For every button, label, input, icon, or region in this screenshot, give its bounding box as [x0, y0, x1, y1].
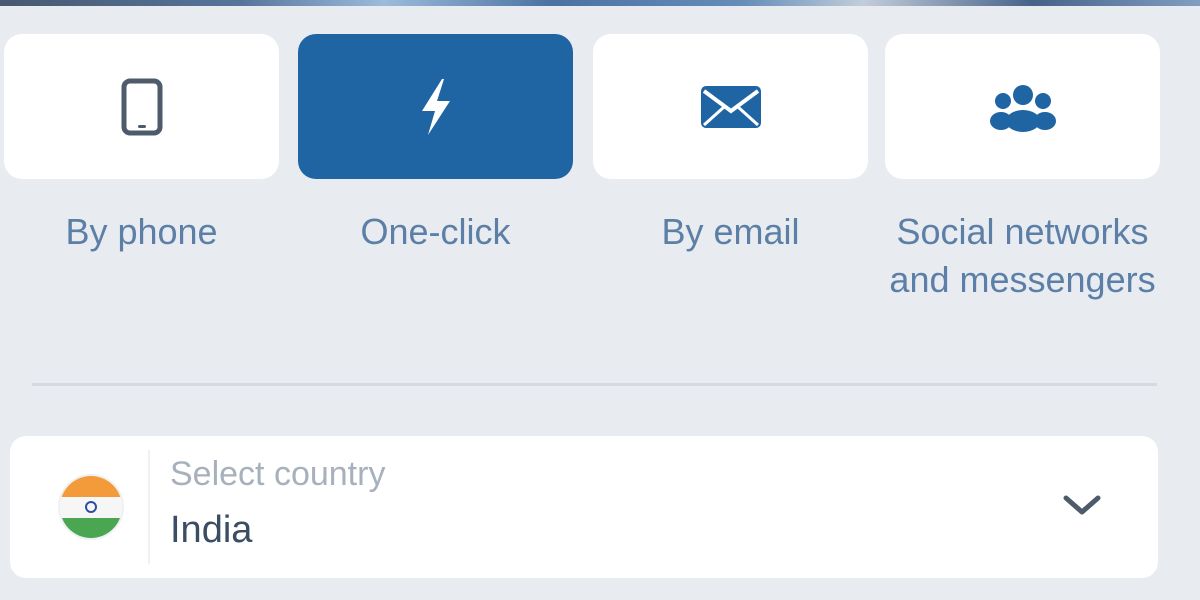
people-group-icon	[989, 81, 1057, 133]
country-select-label: Select country	[170, 455, 386, 493]
section-divider	[32, 383, 1157, 386]
phone-icon	[120, 78, 164, 136]
flag-separator	[148, 450, 150, 564]
auth-method-tiles	[0, 34, 1200, 179]
india-flag-icon	[60, 476, 122, 538]
tab-by-email[interactable]	[593, 34, 868, 179]
country-select-value[interactable]: India	[170, 506, 252, 554]
chevron-down-icon[interactable]	[1060, 490, 1104, 525]
tab-one-click[interactable]	[298, 34, 573, 179]
tab-social-networks-label[interactable]: Social networks and messengers	[885, 208, 1160, 304]
tab-by-phone-label[interactable]: By phone	[4, 208, 279, 256]
tab-by-email-label[interactable]: By email	[593, 208, 868, 256]
envelope-icon	[698, 83, 764, 131]
tab-one-click-label[interactable]: One-click	[298, 208, 573, 256]
top-banner-strip	[0, 0, 1200, 6]
tab-social-networks[interactable]	[885, 34, 1160, 179]
lightning-icon	[414, 77, 458, 137]
tab-by-phone[interactable]	[4, 34, 279, 179]
